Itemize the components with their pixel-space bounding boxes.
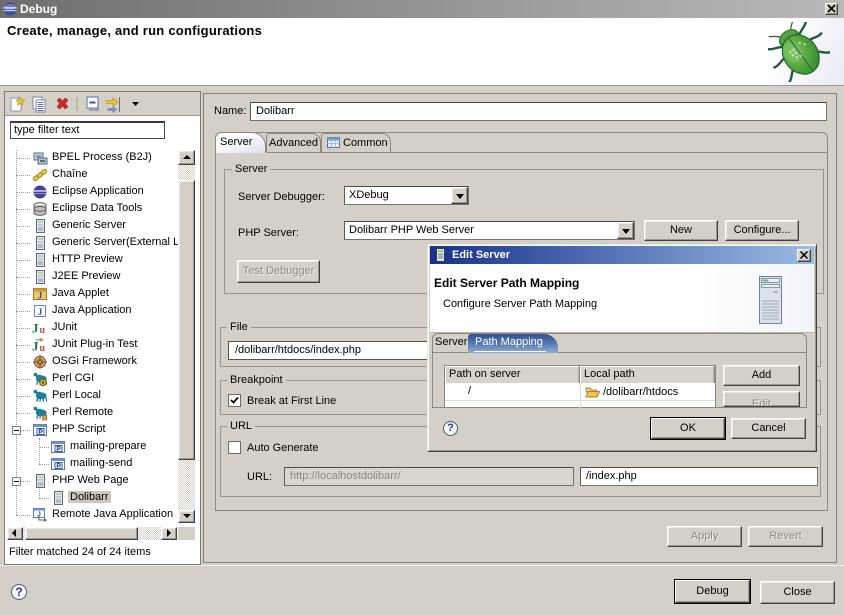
svg-text:J: J: [38, 291, 43, 301]
svg-text:u: u: [40, 343, 46, 353]
svg-text:J: J: [38, 307, 43, 317]
svg-text:J: J: [32, 321, 39, 336]
svg-text:J: J: [32, 339, 39, 354]
svg-text:u: u: [40, 325, 46, 336]
